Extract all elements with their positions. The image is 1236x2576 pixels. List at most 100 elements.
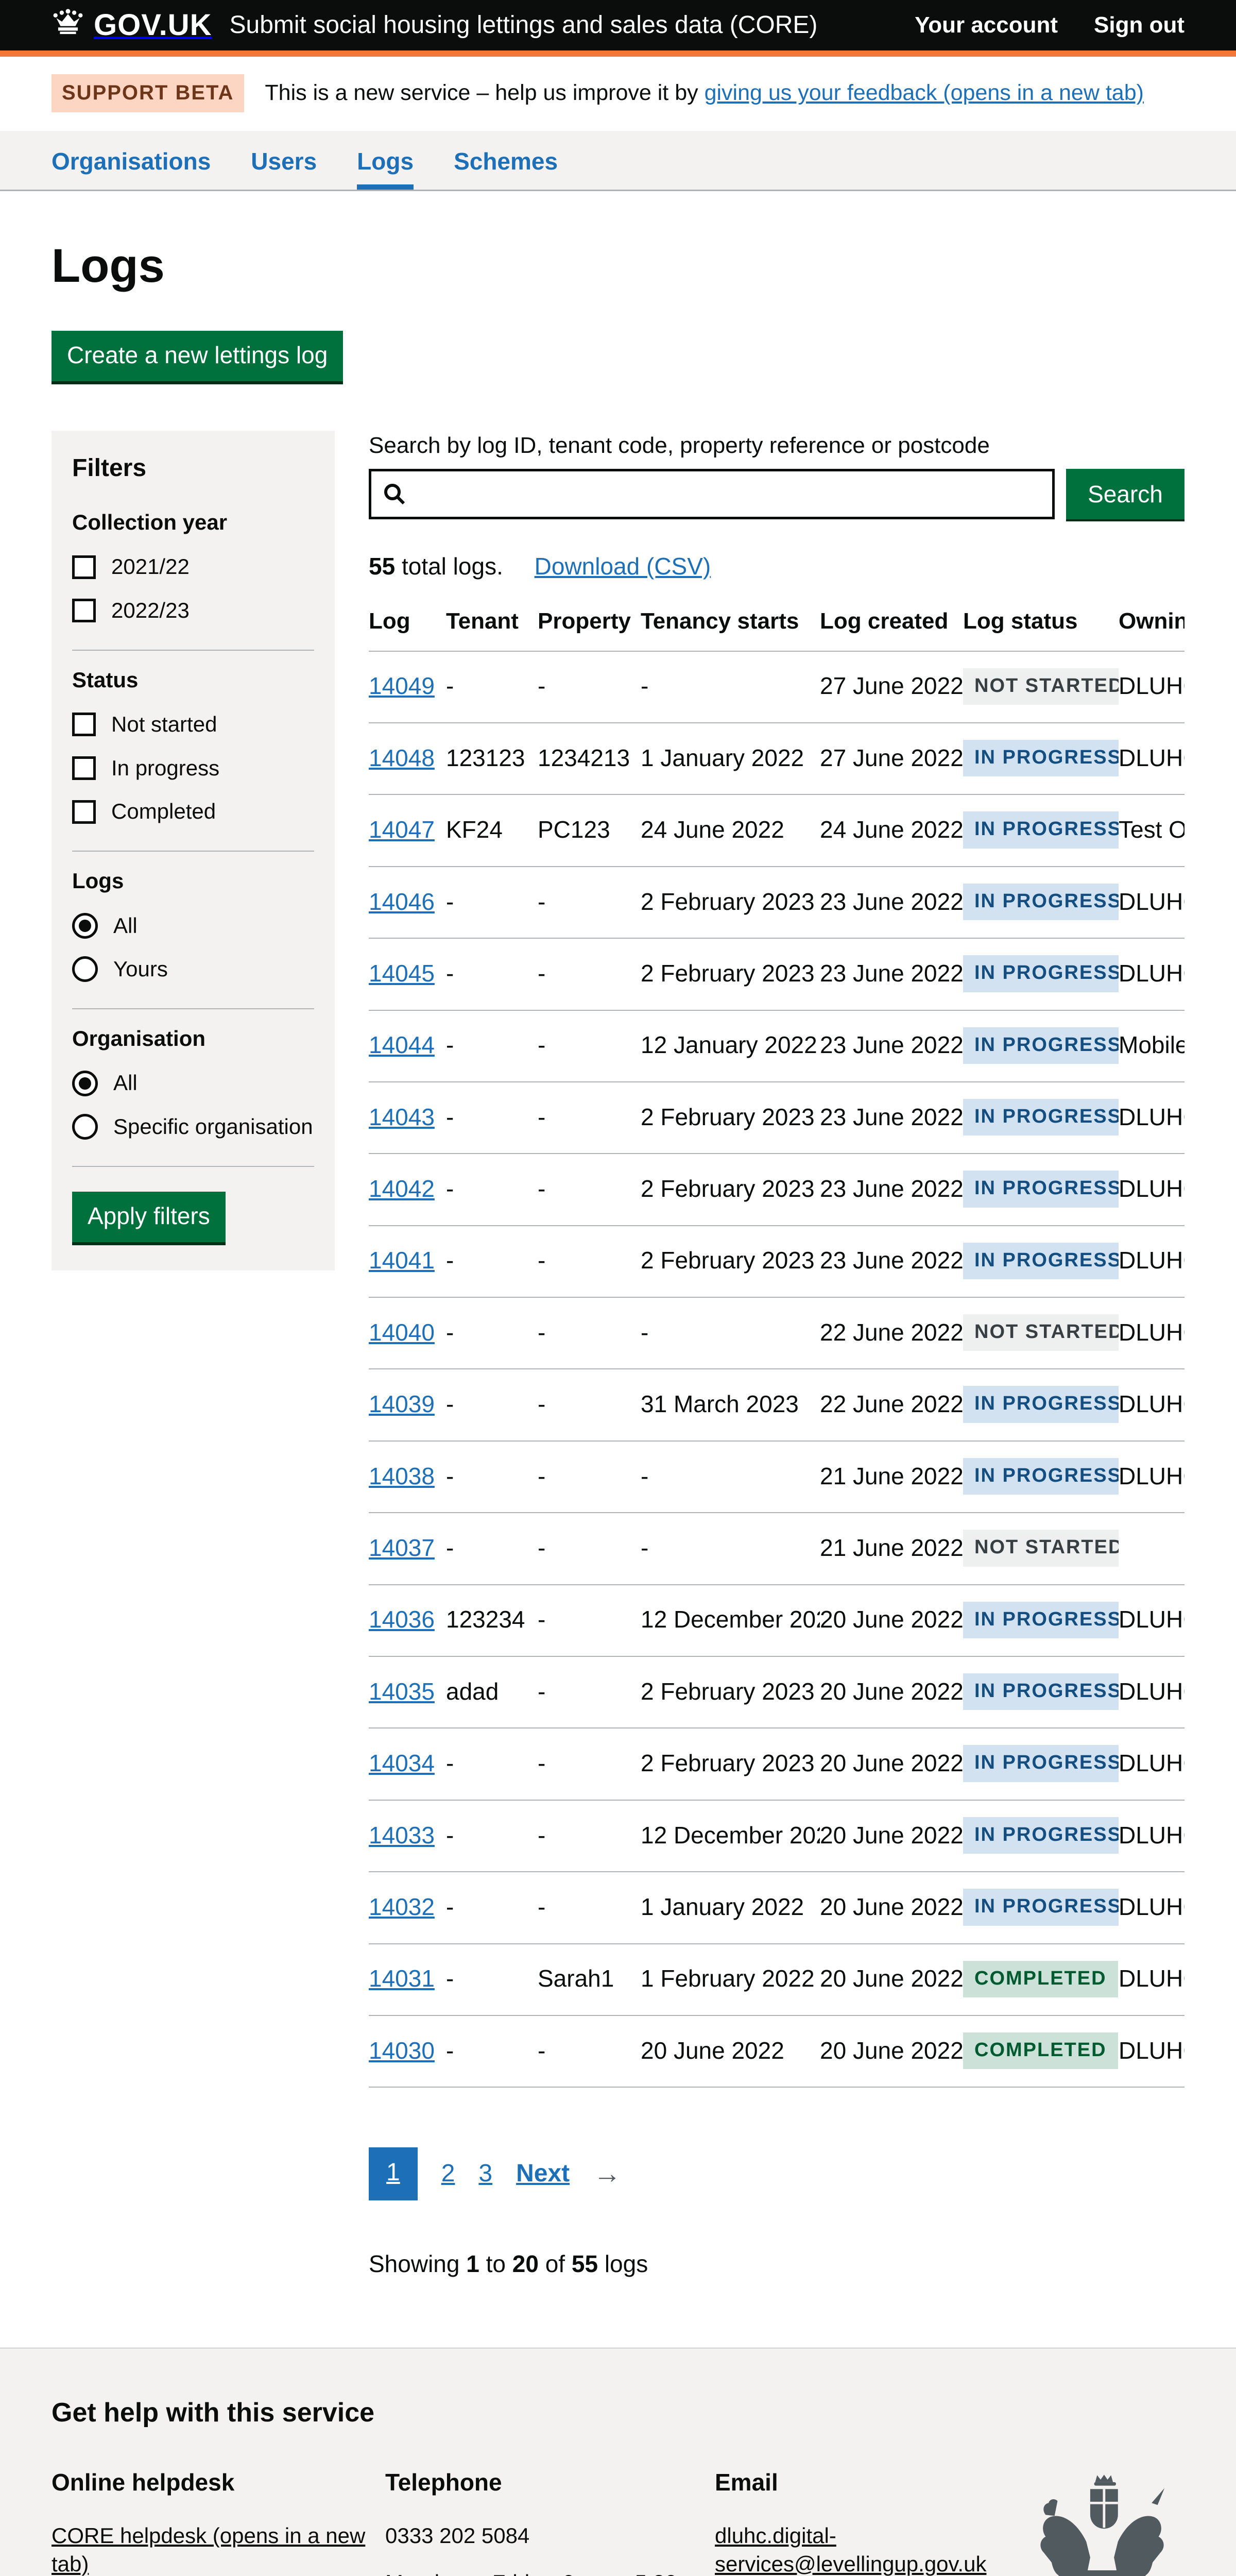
log-id-link[interactable]: 14043: [369, 1104, 435, 1130]
footer-heading: Get help with this service: [52, 2396, 1184, 2431]
govuk-logo[interactable]: GOV.UK: [52, 6, 212, 44]
cell-log-status: IN PROGRESS: [963, 938, 1119, 1010]
cell-tenancy-starts: 12 December 2021: [641, 1585, 820, 1656]
nav-item-logs[interactable]: Logs: [357, 131, 414, 190]
search-input[interactable]: [369, 469, 1055, 519]
log-id-link[interactable]: 14040: [369, 1319, 435, 1346]
log-id-link[interactable]: 14045: [369, 960, 435, 987]
radio-option-all[interactable]: All: [72, 1069, 314, 1097]
radio-control[interactable]: [72, 1071, 98, 1096]
log-id-link[interactable]: 14048: [369, 744, 435, 771]
cell-property: PC123: [538, 794, 641, 866]
nav-item-schemes[interactable]: Schemes: [454, 131, 558, 190]
cell-log: 14041: [369, 1226, 446, 1297]
status-badge: IN PROGRESS: [963, 740, 1119, 776]
service-name[interactable]: Submit social housing lettings and sales…: [229, 9, 817, 41]
cell-property: -: [538, 1513, 641, 1584]
create-lettings-log-button[interactable]: Create a new lettings log: [52, 331, 343, 381]
radio-control[interactable]: [72, 956, 98, 982]
log-id-link[interactable]: 14038: [369, 1463, 435, 1489]
table-row: 1404812312312342131 January 202227 June …: [369, 723, 1184, 794]
log-id-link[interactable]: 14037: [369, 1534, 435, 1561]
showing-to-word: to: [479, 2250, 512, 2277]
log-id-link[interactable]: 14047: [369, 816, 435, 843]
cell-tenant: -: [446, 1944, 538, 2015]
radio-control[interactable]: [72, 1114, 98, 1140]
log-id-link[interactable]: 14046: [369, 888, 435, 915]
status-badge: IN PROGRESS: [963, 1386, 1119, 1422]
table-row: 14042--2 February 202323 June 2022IN PRO…: [369, 1154, 1184, 1225]
apply-filters-button[interactable]: Apply filters: [72, 1192, 226, 1242]
log-id-link[interactable]: 14035: [369, 1678, 435, 1705]
checkbox-option-2021-22[interactable]: 2021/22: [72, 553, 314, 581]
table-row: 14038---21 June 2022IN PROGRESSDLUHC: [369, 1441, 1184, 1513]
cell-property: 1234213: [538, 723, 641, 794]
nav-item-users[interactable]: Users: [251, 131, 317, 190]
checkbox-option-in-progress[interactable]: In progress: [72, 754, 314, 783]
log-id-link[interactable]: 14031: [369, 1965, 435, 1992]
core-helpdesk-link[interactable]: CORE helpdesk (opens in a new tab): [52, 2523, 365, 2576]
log-id-link[interactable]: 14039: [369, 1391, 435, 1417]
status-badge: IN PROGRESS: [963, 1889, 1119, 1925]
radio-control[interactable]: [72, 913, 98, 939]
cell-log-status: IN PROGRESS: [963, 1226, 1119, 1297]
cell-property: -: [538, 1154, 641, 1225]
log-id-link[interactable]: 14034: [369, 1750, 435, 1776]
cell-tenancy-starts: 2 February 2023: [641, 1656, 820, 1728]
log-id-link[interactable]: 14041: [369, 1247, 435, 1274]
option-label: Not started: [111, 710, 217, 739]
total-logs-suffix: total logs.: [395, 553, 503, 580]
log-id-link[interactable]: 14049: [369, 672, 435, 699]
pagination-page-3[interactable]: 3: [478, 2158, 492, 2190]
checkbox-option-not-started[interactable]: Not started: [72, 710, 314, 739]
checkbox-control[interactable]: [72, 713, 96, 736]
feedback-link[interactable]: giving us your feedback (opens in a new …: [705, 80, 1144, 105]
log-id-link[interactable]: 14032: [369, 1893, 435, 1920]
filter-group-status: StatusNot startedIn progressCompleted: [72, 651, 314, 852]
checkbox-control[interactable]: [72, 599, 96, 622]
pagination-page-1[interactable]: 1: [369, 2147, 418, 2200]
cell-log: 14043: [369, 1082, 446, 1154]
cell-log-created: 23 June 2022: [820, 1154, 963, 1225]
log-id-link[interactable]: 14033: [369, 1822, 435, 1849]
cell-log-created: 21 June 2022: [820, 1513, 963, 1584]
download-csv-link[interactable]: Download (CSV): [535, 553, 711, 580]
cell-owning-organisation: DLUHC Te: [1119, 1082, 1184, 1154]
pagination-page-2[interactable]: 2: [441, 2158, 455, 2190]
pagination-next-link[interactable]: Next: [516, 2158, 570, 2190]
cell-log: 14045: [369, 938, 446, 1010]
radio-option-all[interactable]: All: [72, 912, 314, 940]
phase-banner: SUPPORT BETA This is a new service – hel…: [0, 57, 1236, 131]
search-button[interactable]: Search: [1066, 469, 1184, 519]
cell-log-status: IN PROGRESS: [963, 1800, 1119, 1872]
log-id-link[interactable]: 14036: [369, 1606, 435, 1633]
cell-tenant: -: [446, 1872, 538, 1943]
telephone-number: 0333 202 5084: [385, 2522, 715, 2550]
your-account-link[interactable]: Your account: [915, 10, 1058, 40]
cell-owning-organisation: [1119, 1513, 1184, 1584]
log-id-link[interactable]: 14042: [369, 1175, 435, 1202]
telephone-heading: Telephone: [385, 2467, 715, 2498]
col-header-property: Property: [538, 591, 641, 651]
radio-option-specific-organisation[interactable]: Specific organisation: [72, 1113, 314, 1141]
results-meta: 55 total logs. Download (CSV): [369, 551, 1184, 582]
search-label: Search by log ID, tenant code, property …: [369, 431, 1184, 460]
email-link[interactable]: dluhc.digital-services@levellingup.gov.u…: [715, 2523, 986, 2576]
cell-tenant: adad: [446, 1656, 538, 1728]
radio-option-yours[interactable]: Yours: [72, 955, 314, 984]
checkbox-option-completed[interactable]: Completed: [72, 798, 314, 826]
cell-log-status: IN PROGRESS: [963, 1728, 1119, 1800]
checkbox-control[interactable]: [72, 555, 96, 579]
checkbox-control[interactable]: [72, 800, 96, 824]
checkbox-option-2022-23[interactable]: 2022/23: [72, 597, 314, 625]
sign-out-link[interactable]: Sign out: [1094, 10, 1184, 40]
cell-log-status: COMPLETED: [963, 1944, 1119, 2015]
nav-item-organisations[interactable]: Organisations: [52, 131, 211, 190]
log-id-link[interactable]: 14044: [369, 1031, 435, 1058]
cell-property: -: [538, 1226, 641, 1297]
cell-tenant: 123234: [446, 1585, 538, 1656]
log-id-link[interactable]: 14030: [369, 2037, 435, 2064]
page-title: Logs: [52, 235, 1184, 297]
checkbox-control[interactable]: [72, 756, 96, 780]
cell-owning-organisation: DLUHC Te: [1119, 1800, 1184, 1872]
